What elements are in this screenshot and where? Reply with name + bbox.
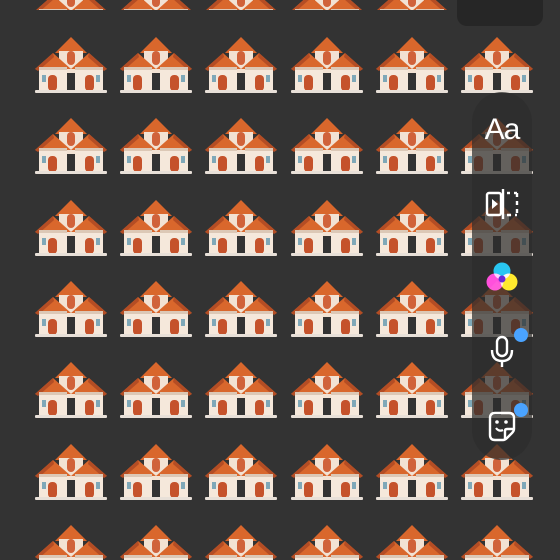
sticker-face-icon xyxy=(488,411,516,442)
sticker-badge xyxy=(514,403,528,417)
house-emoji-icon xyxy=(374,519,450,560)
house-emoji-icon xyxy=(118,0,194,10)
house-emoji-icon xyxy=(289,194,365,258)
house-emoji-icon xyxy=(203,275,279,339)
house-emoji-icon xyxy=(374,275,450,339)
house-emoji-icon xyxy=(374,438,450,502)
house-emoji-icon xyxy=(118,519,194,560)
house-emoji-icon xyxy=(203,356,279,420)
house-emoji-icon xyxy=(289,112,365,176)
house-emoji-icon xyxy=(374,356,450,420)
house-emoji-icon xyxy=(203,31,279,95)
house-emoji-icon xyxy=(203,112,279,176)
house-emoji-icon xyxy=(118,31,194,95)
house-emoji-icon xyxy=(33,112,109,176)
house-emoji-icon xyxy=(33,356,109,420)
house-emoji-icon xyxy=(203,0,279,10)
house-emoji-icon xyxy=(33,31,109,95)
house-emoji-icon xyxy=(374,0,450,10)
house-emoji-icon xyxy=(33,275,109,339)
house-emoji-icon xyxy=(289,519,365,560)
house-emoji-icon xyxy=(33,0,109,10)
house-emoji-icon xyxy=(289,31,365,95)
house-emoji-icon xyxy=(374,112,450,176)
house-emoji-icon xyxy=(459,31,535,95)
house-emoji-icon xyxy=(289,0,365,10)
microphone-icon xyxy=(490,335,514,367)
mirror-split-icon xyxy=(485,189,519,219)
house-emoji-icon xyxy=(203,519,279,560)
house-emoji-icon xyxy=(33,194,109,258)
house-emoji-icon xyxy=(289,275,365,339)
color-circles-icon xyxy=(486,262,518,291)
house-emoji-icon xyxy=(289,438,365,502)
house-emoji-icon xyxy=(33,519,109,560)
text-tool-button[interactable]: Aa xyxy=(472,102,532,158)
house-emoji-icon xyxy=(459,519,535,560)
house-emoji-icon xyxy=(374,194,450,258)
house-emoji-icon xyxy=(118,275,194,339)
house-emoji-icon xyxy=(118,112,194,176)
house-emoji-icon xyxy=(203,194,279,258)
text-aa-icon: Aa xyxy=(484,113,521,146)
house-emoji-icon xyxy=(118,194,194,258)
editing-toolbar: Aa xyxy=(472,92,532,460)
color-tool-button[interactable] xyxy=(472,250,532,306)
house-emoji-icon xyxy=(118,438,194,502)
house-emoji-icon xyxy=(118,356,194,420)
house-emoji-icon xyxy=(374,31,450,95)
house-emoji-icon xyxy=(33,438,109,502)
microphone-badge xyxy=(514,328,528,342)
top-panel xyxy=(457,0,543,26)
house-emoji-icon xyxy=(203,438,279,502)
mirror-tool-button[interactable] xyxy=(472,176,532,232)
house-emoji-icon xyxy=(289,356,365,420)
